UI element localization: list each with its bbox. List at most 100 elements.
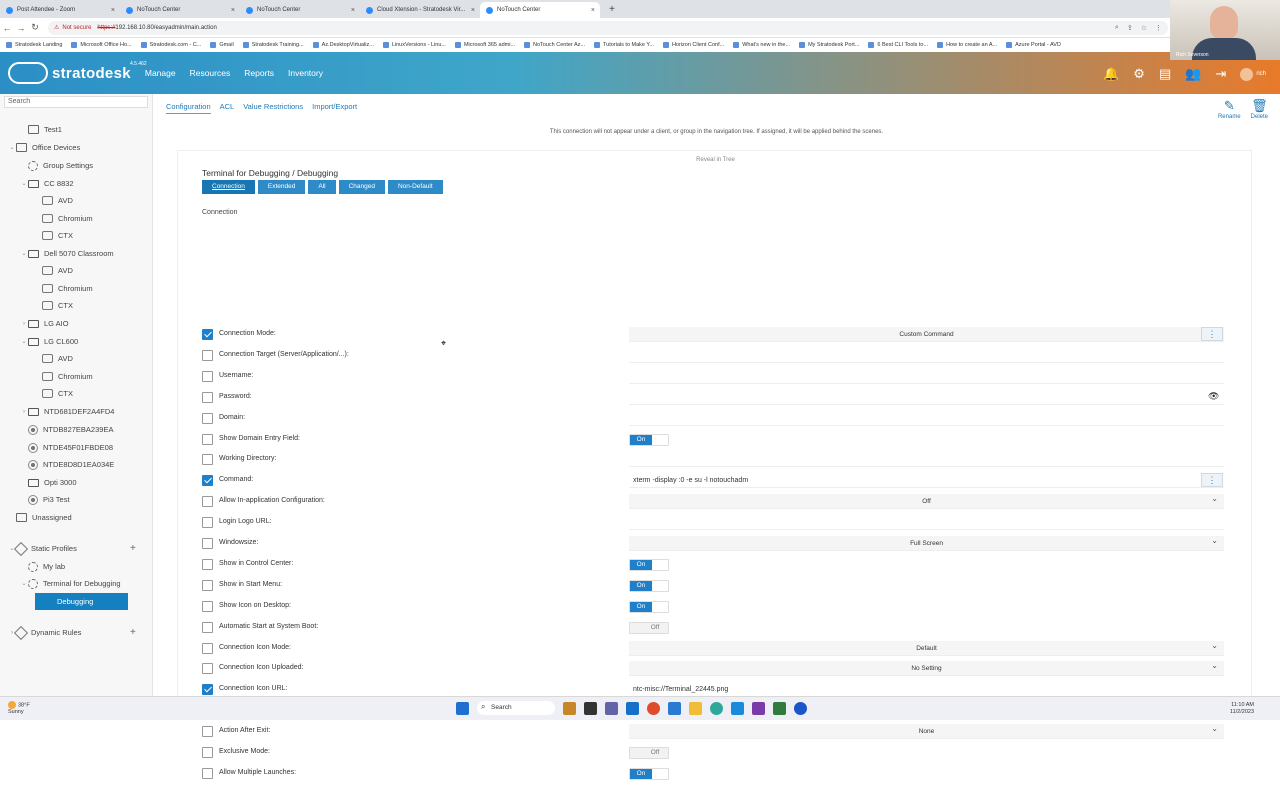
teams-icon[interactable] [605,701,618,715]
override-checkbox[interactable] [202,496,213,508]
tree-item[interactable]: ⌄ Office Devices [8,139,80,156]
filter-tab-extended[interactable]: Extended [257,180,306,194]
override-checkbox[interactable] [202,538,213,549]
tree-item[interactable]: Unassigned [8,509,72,526]
chevron-icon[interactable]: ⌄ [8,144,16,151]
setting-toggle[interactable]: On [629,600,669,613]
close-icon[interactable]: × [231,7,235,14]
override-checkbox[interactable] [202,412,213,424]
tree-item[interactable]: Test1 [20,121,62,138]
setting-select[interactable]: No Setting [629,658,1224,677]
bookmark-item[interactable]: Stratodesk.com - C... [140,42,201,48]
forward-icon[interactable]: → [14,23,28,33]
back-icon[interactable]: ← [0,23,14,33]
chevron-icon[interactable]: ⌄ [20,180,28,187]
subnav-value-restrictions[interactable]: Value Restrictions [243,102,303,114]
close-icon[interactable]: × [471,7,475,14]
nav-manage[interactable]: Manage [145,68,176,78]
filter-tab-non-default[interactable]: Non-Default [387,180,443,194]
override-checkbox[interactable] [202,642,213,654]
override-checkbox[interactable] [202,349,213,361]
setting-toggle[interactable]: Off [629,747,669,759]
browser-tab[interactable]: NoTouch Center × [120,2,240,18]
close-icon[interactable]: × [351,7,355,14]
override-checkbox[interactable] [202,600,213,612]
bookmark-item[interactable]: What's new in the... [733,42,790,48]
override-checkbox[interactable] [202,663,213,675]
tree-item[interactable]: Chromium [34,210,93,227]
tree-item[interactable]: › NTD681DEF2A4FD4 [20,403,114,420]
task-view-icon[interactable] [584,701,597,715]
setting-input[interactable] [629,390,1224,405]
browser-tab[interactable]: Cloud Xtension - Stratodesk Vir... × [360,2,480,18]
filter-tab-all[interactable]: All [308,180,336,194]
setting-input[interactable] [629,369,1224,384]
setting-select[interactable]: Off [629,491,1224,510]
tree-item[interactable]: Debugging [35,593,128,610]
tree-item[interactable]: ⌄ CC 8832 [20,175,73,192]
setting-select[interactable]: None [629,721,1224,740]
eye-icon[interactable]: 👁 [1208,391,1219,402]
override-checkbox[interactable] [202,621,213,633]
tree-item[interactable]: NTDE8D8D1EA034E [20,456,114,473]
setting-select[interactable]: Default [629,638,1224,656]
tree-item[interactable]: AVD [34,350,73,367]
clock[interactable]: 11:10 AM 11/2/2023 [1230,702,1254,716]
nav-reports[interactable]: Reports [244,68,274,78]
tree-item[interactable]: › Dynamic Rules + [8,624,136,641]
override-checkbox[interactable] [202,747,213,758]
gears-icon[interactable]: ⚙ [1133,66,1145,82]
rename-button[interactable]: ✎ Rename [1218,98,1241,120]
add-icon[interactable]: + [130,627,136,638]
setting-select[interactable]: Custom Command [629,324,1224,342]
bookmark-item[interactable]: Microsoft Office Ho... [71,42,132,48]
override-checkbox[interactable] [202,475,213,487]
setting-input[interactable] [629,348,1224,363]
bookmark-item[interactable]: Azure Portal - AVD [1006,42,1061,48]
browser-tab[interactable]: NoTouch Center × [480,2,600,18]
tree-item[interactable]: ⌄ Terminal for Debugging [20,575,121,592]
delete-button[interactable]: 🗑 Delete [1251,98,1268,120]
override-checkbox[interactable] [202,558,213,570]
bookmark-item[interactable]: How to create an A... [937,42,997,48]
bookmark-item[interactable]: Tutorials to Make Y... [594,42,654,48]
override-checkbox[interactable] [202,454,213,466]
override-checkbox[interactable] [202,517,213,529]
url-field[interactable]: ⚠ Not secure https:// 192.168.10.80/easy… [48,20,1168,35]
sidebar-search-input[interactable]: Search [4,96,148,108]
onenote-icon[interactable] [752,701,765,715]
vpn-icon[interactable] [794,701,807,715]
share-icon[interactable]: ⇪ [1127,24,1133,32]
tree-item[interactable]: Opti 3000 [20,474,77,491]
widget-icon[interactable] [563,701,576,715]
override-checkbox[interactable] [202,767,213,779]
tree-item[interactable]: ⌄ Dell 5070 Classroom [20,245,113,262]
setting-toggle[interactable]: On [629,579,669,592]
tree-item[interactable]: My lab [20,558,65,575]
override-checkbox[interactable] [202,433,213,445]
windows-start-icon[interactable] [456,701,469,715]
taskbar-search[interactable]: Search [477,700,555,715]
filter-tab-connection[interactable]: Connection [202,180,255,194]
nav-resources[interactable]: Resources [190,68,231,78]
tree-item[interactable]: Group Settings [20,157,93,174]
logout-icon[interactable]: ⇥ [1215,66,1226,82]
tree-item[interactable]: CTX [34,227,73,244]
filter-tab-changed[interactable]: Changed [338,180,385,194]
weather-widget[interactable]: 38°F Sunny [8,701,30,716]
user-menu[interactable]: rich [1240,67,1266,81]
star-icon[interactable]: ☆ [1141,24,1147,32]
chrome-icon[interactable] [647,701,660,715]
reveal-in-tree-link[interactable]: Reveal in Tree [178,157,1253,163]
bookmark-item[interactable]: Horizon Client Conf... [662,42,724,48]
tree-item[interactable]: NTDB827EBA239EA [20,421,113,438]
chevron-icon[interactable]: › [20,409,28,415]
setting-toggle[interactable]: On [629,558,669,571]
chevron-icon[interactable]: ⌄ [20,250,28,257]
subnav-import-export[interactable]: Import/Export [312,102,357,114]
override-checkbox[interactable] [202,370,213,382]
tree-item[interactable]: ⌄ Static Profiles + [8,540,136,557]
bookmark-item[interactable]: Stratodesk Training... [242,42,304,48]
setting-toggle[interactable]: Off [629,621,669,634]
document-icon[interactable]: ▤ [1159,66,1171,82]
